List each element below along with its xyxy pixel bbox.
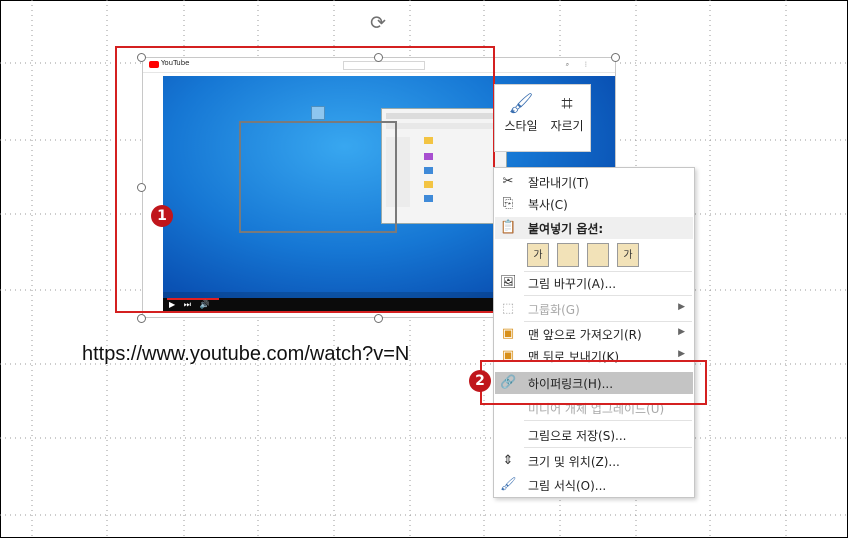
submenu-arrow-icon: ▶ — [678, 327, 685, 337]
style-button-label: 스타일 — [504, 119, 538, 133]
menu-item-cut[interactable]: ✂ 잘라내기(T) — [495, 171, 693, 193]
copy-icon: ⎘ — [502, 196, 514, 211]
mini-toolbar: 🖌 스타일 ⌗ 자르기 — [494, 84, 591, 152]
submenu-arrow-icon: ▶ — [678, 302, 685, 312]
menu-header-label: 붙여넣기 옵션: — [528, 222, 604, 236]
menu-item-change-picture[interactable]: 🖼 그림 바꾸기(A)... — [495, 272, 693, 294]
menu-item-label: 맨 앞으로 가져오기(R) — [528, 328, 642, 342]
menu-separator — [524, 321, 692, 322]
menu-item-label: 그림 바꾸기(A)... — [528, 277, 617, 291]
rotate-handle-icon[interactable]: ⟳ — [367, 12, 389, 34]
menu-item-copy[interactable]: ⎘ 복사(C) — [495, 193, 693, 215]
menu-item-label: 그룹화(G) — [528, 303, 580, 317]
crop-button[interactable]: ⌗ 자르기 — [545, 89, 589, 147]
menu-item-label: 복사(C) — [528, 198, 568, 212]
resize-handle-bottom[interactable] — [374, 314, 383, 323]
change-picture-icon: 🖼 — [500, 275, 517, 290]
menu-item-label: 잘라내기(T) — [528, 176, 589, 190]
menu-item-save-as-picture[interactable]: 그림으로 저장(S)... — [495, 424, 693, 446]
size-position-icon: ⇕ — [502, 453, 514, 468]
paste-options-row: 가 가 — [524, 241, 684, 271]
url-text-box[interactable]: https://www.youtube.com/watch?v=N — [82, 343, 409, 366]
menu-item-label: 그림으로 저장(S)... — [528, 429, 627, 443]
crop-button-label: 자르기 — [550, 119, 584, 133]
menu-item-label: 크기 및 위치(Z)... — [528, 455, 620, 469]
paste-keep-source-icon[interactable]: 가 — [527, 243, 549, 267]
menu-item-group[interactable]: ⬚ 그룹화(G) ▶ — [495, 298, 693, 320]
resize-handle-top-right[interactable] — [611, 53, 620, 62]
youtube-header-icons: ⌕ ⋮ — [565, 61, 595, 68]
menu-separator — [524, 447, 692, 448]
callout-number-1: 1 — [151, 205, 173, 227]
menu-item-size-position[interactable]: ⇕ 크기 및 위치(Z)... — [495, 450, 693, 472]
menu-item-label: 그림 서식(O)... — [528, 479, 607, 493]
submenu-arrow-icon: ▶ — [678, 349, 685, 359]
scissors-icon: ✂ — [502, 174, 514, 189]
menu-separator — [524, 420, 692, 421]
bring-front-icon: ▣ — [501, 326, 515, 341]
callout-number-2: 2 — [469, 370, 491, 392]
paste-text-only-icon[interactable]: 가 — [617, 243, 639, 267]
menu-header-paste-options: 📋 붙여넣기 옵션: — [495, 217, 693, 239]
crop-icon: ⌗ — [561, 91, 573, 115]
format-picture-icon: 🖌 — [500, 477, 517, 492]
style-button[interactable]: 🖌 스타일 — [499, 89, 543, 147]
context-menu: ✂ 잘라내기(T) ⎘ 복사(C) 📋 붙여넣기 옵션: 가 가 🖼 그림 바꾸… — [493, 167, 695, 498]
annotation-box-hyperlink — [480, 360, 707, 405]
group-icon: ⬚ — [501, 301, 515, 316]
paste-icon: 📋 — [500, 220, 517, 235]
menu-item-format-picture[interactable]: 🖌 그림 서식(O)... — [495, 474, 693, 496]
annotation-box-picture — [115, 46, 495, 313]
picture-style-icon: 🖌 — [508, 91, 534, 115]
paste-merge-icon[interactable] — [557, 243, 579, 267]
paste-picture-icon[interactable] — [587, 243, 609, 267]
menu-item-bring-to-front[interactable]: ▣ 맨 앞으로 가져오기(R) ▶ — [495, 323, 693, 345]
menu-separator — [524, 295, 692, 296]
resize-handle-bottom-left[interactable] — [137, 314, 146, 323]
